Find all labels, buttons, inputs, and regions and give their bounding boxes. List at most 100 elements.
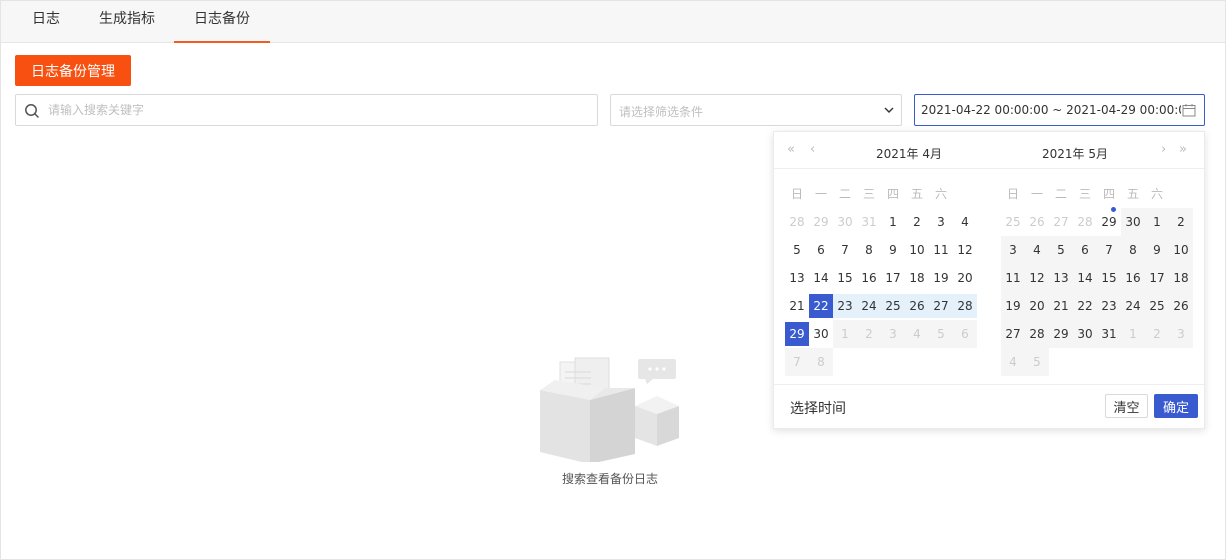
calendar-day[interactable]: 26 [1169, 294, 1193, 318]
calendar-day[interactable]: 8 [1121, 238, 1145, 262]
calendar-day[interactable]: 29 [1049, 322, 1073, 346]
calendar-day[interactable]: 17 [881, 266, 905, 290]
confirm-button[interactable]: 确定 [1154, 394, 1198, 418]
date-range-input[interactable]: 2021-04-22 00:00:00 ~ 2021-04-29 00:00:0… [914, 94, 1205, 126]
calendar-day[interactable]: 30 [809, 322, 833, 346]
calendar-day[interactable]: 11 [1001, 266, 1025, 290]
calendar-day[interactable]: 30 [1121, 210, 1145, 234]
clear-button[interactable]: 清空 [1105, 394, 1148, 418]
calendar-day[interactable]: 24 [857, 294, 881, 318]
calendar-day[interactable]: 3 [929, 210, 953, 234]
calendar-day[interactable]: 11 [929, 238, 953, 262]
calendar-day[interactable]: 18 [905, 266, 929, 290]
calendar-day[interactable]: 5 [1049, 238, 1073, 262]
filter-select[interactable]: 请选择筛选条件 [610, 94, 902, 126]
calendar-day[interactable]: 23 [833, 294, 857, 318]
calendar-day[interactable]: 16 [1121, 266, 1145, 290]
calendar-day[interactable]: 26 [1025, 210, 1049, 234]
log-backup-manage-button[interactable]: 日志备份管理 [15, 55, 131, 86]
prev-year-icon[interactable]: « [787, 142, 795, 157]
calendar-day[interactable]: 12 [1025, 266, 1049, 290]
calendar-day[interactable]: 7 [785, 350, 809, 374]
calendar-day[interactable]: 28 [1073, 210, 1097, 234]
calendar-day[interactable]: 8 [857, 238, 881, 262]
calendar-day[interactable]: 1 [1145, 210, 1169, 234]
calendar-day[interactable]: 14 [1073, 266, 1097, 290]
calendar-day[interactable]: 1 [1121, 322, 1145, 346]
calendar-day[interactable]: 19 [1001, 294, 1025, 318]
calendar-day[interactable]: 27 [1001, 322, 1025, 346]
calendar-day[interactable]: 9 [1145, 238, 1169, 262]
chevron-down-icon [884, 107, 894, 113]
calendar-day[interactable]: 6 [953, 322, 977, 346]
calendar-day[interactable]: 31 [1097, 322, 1121, 346]
calendar-day[interactable]: 20 [1025, 294, 1049, 318]
calendar-day[interactable]: 4 [1025, 238, 1049, 262]
select-time-link[interactable]: 选择时间 [790, 398, 846, 418]
calendar-day[interactable]: 24 [1121, 294, 1145, 318]
calendar-day[interactable]: 20 [953, 266, 977, 290]
calendar-day[interactable]: 4 [953, 210, 977, 234]
calendar-day[interactable]: 14 [809, 266, 833, 290]
calendar-day[interactable]: 5 [1025, 350, 1049, 374]
calendar-day[interactable]: 1 [833, 322, 857, 346]
calendar-day[interactable]: 22 [1073, 294, 1097, 318]
calendar-day[interactable]: 4 [905, 322, 929, 346]
weekday-label: 五 [910, 187, 923, 201]
calendar-day[interactable]: 29 [809, 210, 833, 234]
calendar-day[interactable]: 10 [1169, 238, 1193, 262]
calendar-day[interactable]: 21 [785, 294, 809, 318]
calendar-day[interactable]: 4 [1001, 350, 1025, 374]
calendar-day[interactable]: 30 [1073, 322, 1097, 346]
calendar-day[interactable]: 15 [833, 266, 857, 290]
next-year-icon[interactable]: » [1179, 142, 1187, 157]
calendar-day[interactable]: 8 [809, 350, 833, 374]
calendar-day[interactable]: 23 [1097, 294, 1121, 318]
calendar-day[interactable]: 6 [809, 238, 833, 262]
calendar-day[interactable]: 2 [1169, 210, 1193, 234]
calendar-day[interactable]: 29 [785, 322, 809, 346]
calendar-day[interactable]: 19 [929, 266, 953, 290]
calendar-day[interactable]: 13 [785, 266, 809, 290]
calendar-day[interactable]: 17 [1145, 266, 1169, 290]
calendar-day[interactable]: 5 [785, 238, 809, 262]
search-input[interactable] [48, 95, 588, 125]
calendar-day[interactable]: 25 [1001, 210, 1025, 234]
calendar-day[interactable]: 22 [809, 294, 833, 318]
calendar-day[interactable]: 29 [1097, 210, 1121, 234]
calendar-day[interactable]: 18 [1169, 266, 1193, 290]
tab-logs[interactable]: 日志 [17, 1, 75, 43]
calendar-day[interactable]: 25 [881, 294, 905, 318]
next-month-icon[interactable]: › [1161, 142, 1166, 157]
calendar-day[interactable]: 2 [1145, 322, 1169, 346]
calendar-day[interactable]: 2 [857, 322, 881, 346]
calendar-day[interactable]: 25 [1145, 294, 1169, 318]
calendar-day[interactable]: 7 [833, 238, 857, 262]
calendar-day[interactable]: 27 [1049, 210, 1073, 234]
calendar-day[interactable]: 5 [929, 322, 953, 346]
calendar-day[interactable]: 30 [833, 210, 857, 234]
calendar-day[interactable]: 10 [905, 238, 929, 262]
calendar-day[interactable]: 28 [785, 210, 809, 234]
calendar-day[interactable]: 27 [929, 294, 953, 318]
calendar-day[interactable]: 31 [857, 210, 881, 234]
tab-log-backup[interactable]: 日志备份 [174, 1, 270, 43]
calendar-day[interactable]: 1 [881, 210, 905, 234]
calendar-day[interactable]: 21 [1049, 294, 1073, 318]
calendar-day[interactable]: 12 [953, 238, 977, 262]
calendar-day[interactable]: 7 [1097, 238, 1121, 262]
calendar-day[interactable]: 13 [1049, 266, 1073, 290]
calendar-day[interactable]: 3 [1169, 322, 1193, 346]
calendar-day[interactable]: 3 [881, 322, 905, 346]
calendar-day[interactable]: 28 [1025, 322, 1049, 346]
calendar-day[interactable]: 26 [905, 294, 929, 318]
tab-generate-metrics[interactable]: 生成指标 [85, 1, 169, 43]
calendar-day[interactable]: 2 [905, 210, 929, 234]
calendar-day[interactable]: 28 [953, 294, 977, 318]
calendar-day[interactable]: 6 [1073, 238, 1097, 262]
calendar-day[interactable]: 9 [881, 238, 905, 262]
calendar-day[interactable]: 3 [1001, 238, 1025, 262]
calendar-day[interactable]: 16 [857, 266, 881, 290]
prev-month-icon[interactable]: ‹ [810, 142, 815, 157]
calendar-day[interactable]: 15 [1097, 266, 1121, 290]
